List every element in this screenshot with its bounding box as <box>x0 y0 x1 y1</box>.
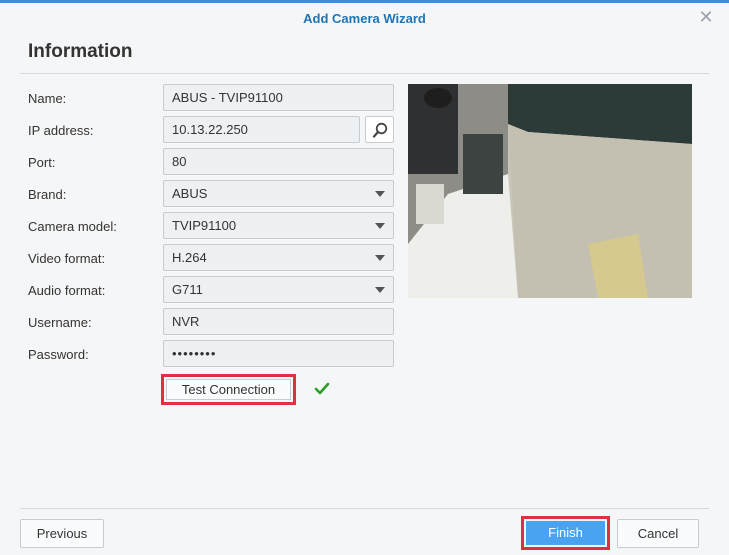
brand-select[interactable]: ABUS <box>163 180 394 207</box>
username-field[interactable]: NVR <box>163 308 394 335</box>
previous-button[interactable]: Previous <box>20 519 104 548</box>
video-format-select[interactable]: H.264 <box>163 244 394 271</box>
password-field[interactable]: •••••••• <box>163 340 394 367</box>
close-icon[interactable]: ✕ <box>697 8 715 26</box>
chevron-down-icon <box>375 255 385 261</box>
audio-format-select[interactable]: G711 <box>163 276 394 303</box>
name-field[interactable]: ABUS - TVIP91100 <box>163 84 394 111</box>
camera-preview-image <box>408 84 692 298</box>
dialog-top-bar <box>0 0 729 3</box>
chevron-down-icon <box>375 191 385 197</box>
video-format-value: H.264 <box>172 250 207 265</box>
finish-button[interactable]: Finish <box>526 521 605 545</box>
camera-model-value: TVIP91100 <box>172 218 237 233</box>
dialog-title: Add Camera Wizard <box>303 11 426 26</box>
cancel-button[interactable]: Cancel <box>617 519 699 548</box>
finish-highlight: Finish <box>521 516 610 550</box>
port-field[interactable]: 80 <box>163 148 394 175</box>
search-button[interactable] <box>365 116 394 143</box>
test-connection-highlight: Test Connection <box>161 374 296 405</box>
video-format-label: Video format: <box>28 251 106 266</box>
username-label: Username: <box>28 315 92 330</box>
brand-label: Brand: <box>28 187 67 202</box>
audio-format-label: Audio format: <box>28 283 106 298</box>
chevron-down-icon <box>375 287 385 293</box>
chevron-down-icon <box>375 223 385 229</box>
brand-value: ABUS <box>172 186 208 201</box>
test-connection-button[interactable]: Test Connection <box>166 379 291 400</box>
ip-address-label: IP address: <box>28 123 94 138</box>
checkmark-icon <box>314 382 330 395</box>
camera-model-label: Camera model: <box>28 219 117 234</box>
password-label: Password: <box>28 347 89 362</box>
camera-model-select[interactable]: TVIP91100 <box>163 212 394 239</box>
ip-address-field[interactable]: 10.13.22.250 <box>163 116 360 143</box>
search-icon <box>372 122 388 138</box>
name-label: Name: <box>28 91 67 106</box>
port-label: Port: <box>28 155 56 170</box>
audio-format-value: G711 <box>172 282 203 297</box>
page-title: Information <box>28 41 133 62</box>
footer-divider <box>20 508 709 509</box>
header-divider <box>20 73 709 74</box>
